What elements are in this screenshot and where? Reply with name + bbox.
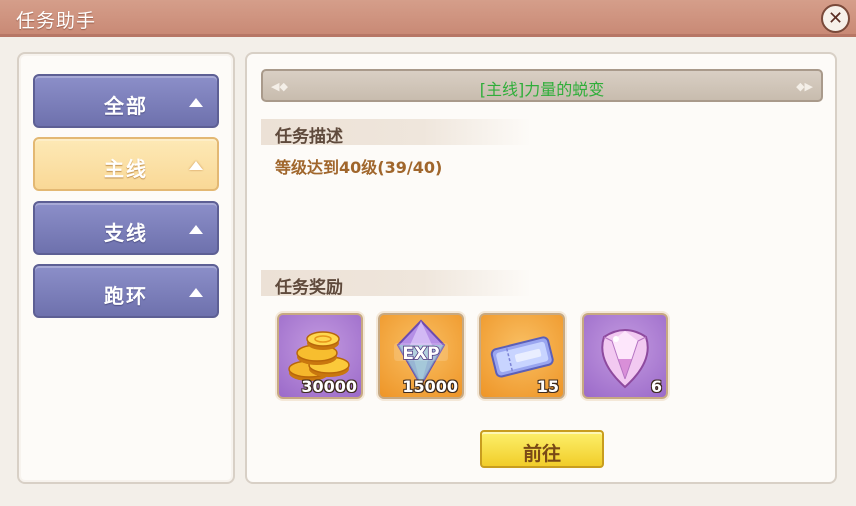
expand-arrow-icon (189, 98, 203, 107)
description-heading: 任务描述 (275, 127, 343, 147)
rewards-heading: 任务奖励 (275, 278, 343, 298)
svg-text:EXP: EXP (402, 344, 439, 364)
rewards-heading-bar: 任务奖励 (261, 270, 531, 298)
reward-slot-gem[interactable]: 6 (582, 313, 668, 399)
reward-count: 15 (536, 377, 559, 396)
quest-detail-panel: ◀◆ ◆▶ [主线]力量的蜕变 任务描述 等级达到40级(39/40) 任务奖励 (245, 52, 837, 484)
go-button-label: 前往 (522, 443, 561, 465)
reward-count: 15000 (402, 377, 458, 396)
close-button[interactable]: ✕ (821, 4, 850, 33)
quest-helper-window: 任务助手 ✕ 全部 主线 支线 跑环 ◀◆ ◆▶ [主线]力量的蜕变 任务描述 … (0, 0, 856, 506)
tab-main[interactable]: 主线 (33, 137, 219, 191)
reward-count: 30000 (301, 377, 357, 396)
expand-arrow-icon (189, 161, 203, 170)
expand-arrow-icon (189, 288, 203, 297)
close-icon: ✕ (827, 7, 844, 29)
category-panel: 全部 主线 支线 跑环 (17, 52, 235, 484)
reward-count: 6 (650, 377, 662, 396)
tab-all[interactable]: 全部 (33, 74, 219, 128)
quest-title-banner: ◀◆ ◆▶ [主线]力量的蜕变 (261, 69, 823, 102)
tab-side[interactable]: 支线 (33, 201, 219, 255)
title-bar: 任务助手 ✕ (0, 0, 856, 37)
quest-description: 等级达到40级(39/40) (275, 158, 443, 177)
expand-arrow-icon (189, 225, 203, 234)
reward-slot-gold[interactable]: 30000 (277, 313, 363, 399)
go-button[interactable]: 前往 (480, 430, 604, 468)
reward-slot-exp[interactable]: EXP 15000 (378, 313, 464, 399)
description-heading-bar: 任务描述 (261, 119, 531, 147)
quest-title: [主线]力量的蜕变 (479, 80, 605, 99)
reward-slot-ticket[interactable]: 15 (479, 313, 565, 399)
tab-loop[interactable]: 跑环 (33, 264, 219, 318)
window-title: 任务助手 (16, 10, 97, 32)
